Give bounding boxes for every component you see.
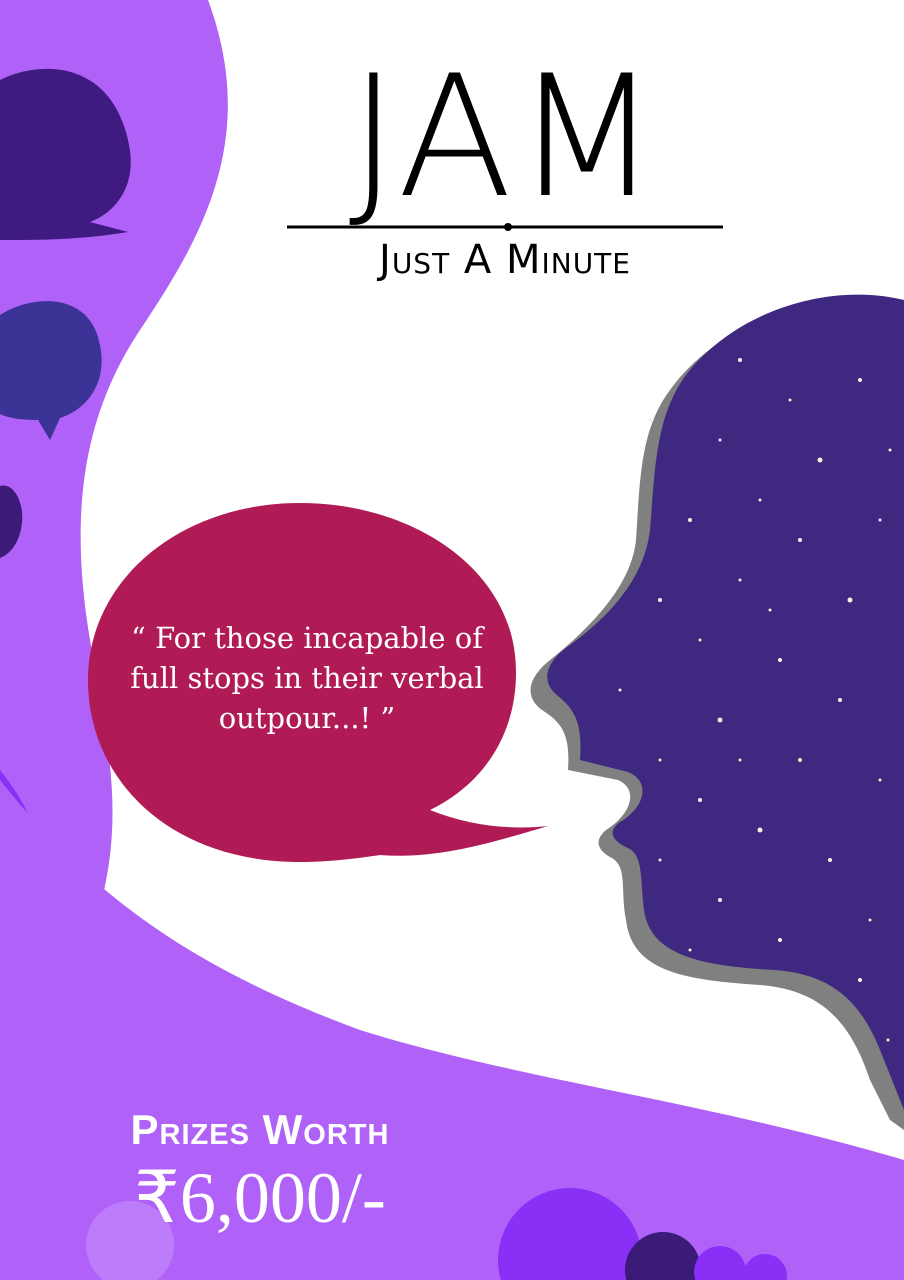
prize-amount: ₹6,000/- <box>134 1158 386 1238</box>
title-subtitle: Just A Minute <box>379 237 631 283</box>
title-divider <box>287 223 723 231</box>
poster: JAM Just A Minute “ For those incapable … <box>0 0 904 1280</box>
prizes-label: Prizes Worth <box>130 1106 390 1153</box>
title-main: JAM <box>348 39 662 235</box>
head-silhouette <box>547 294 904 1110</box>
speech-quote: “ For those incapable of full stops in t… <box>130 621 484 735</box>
